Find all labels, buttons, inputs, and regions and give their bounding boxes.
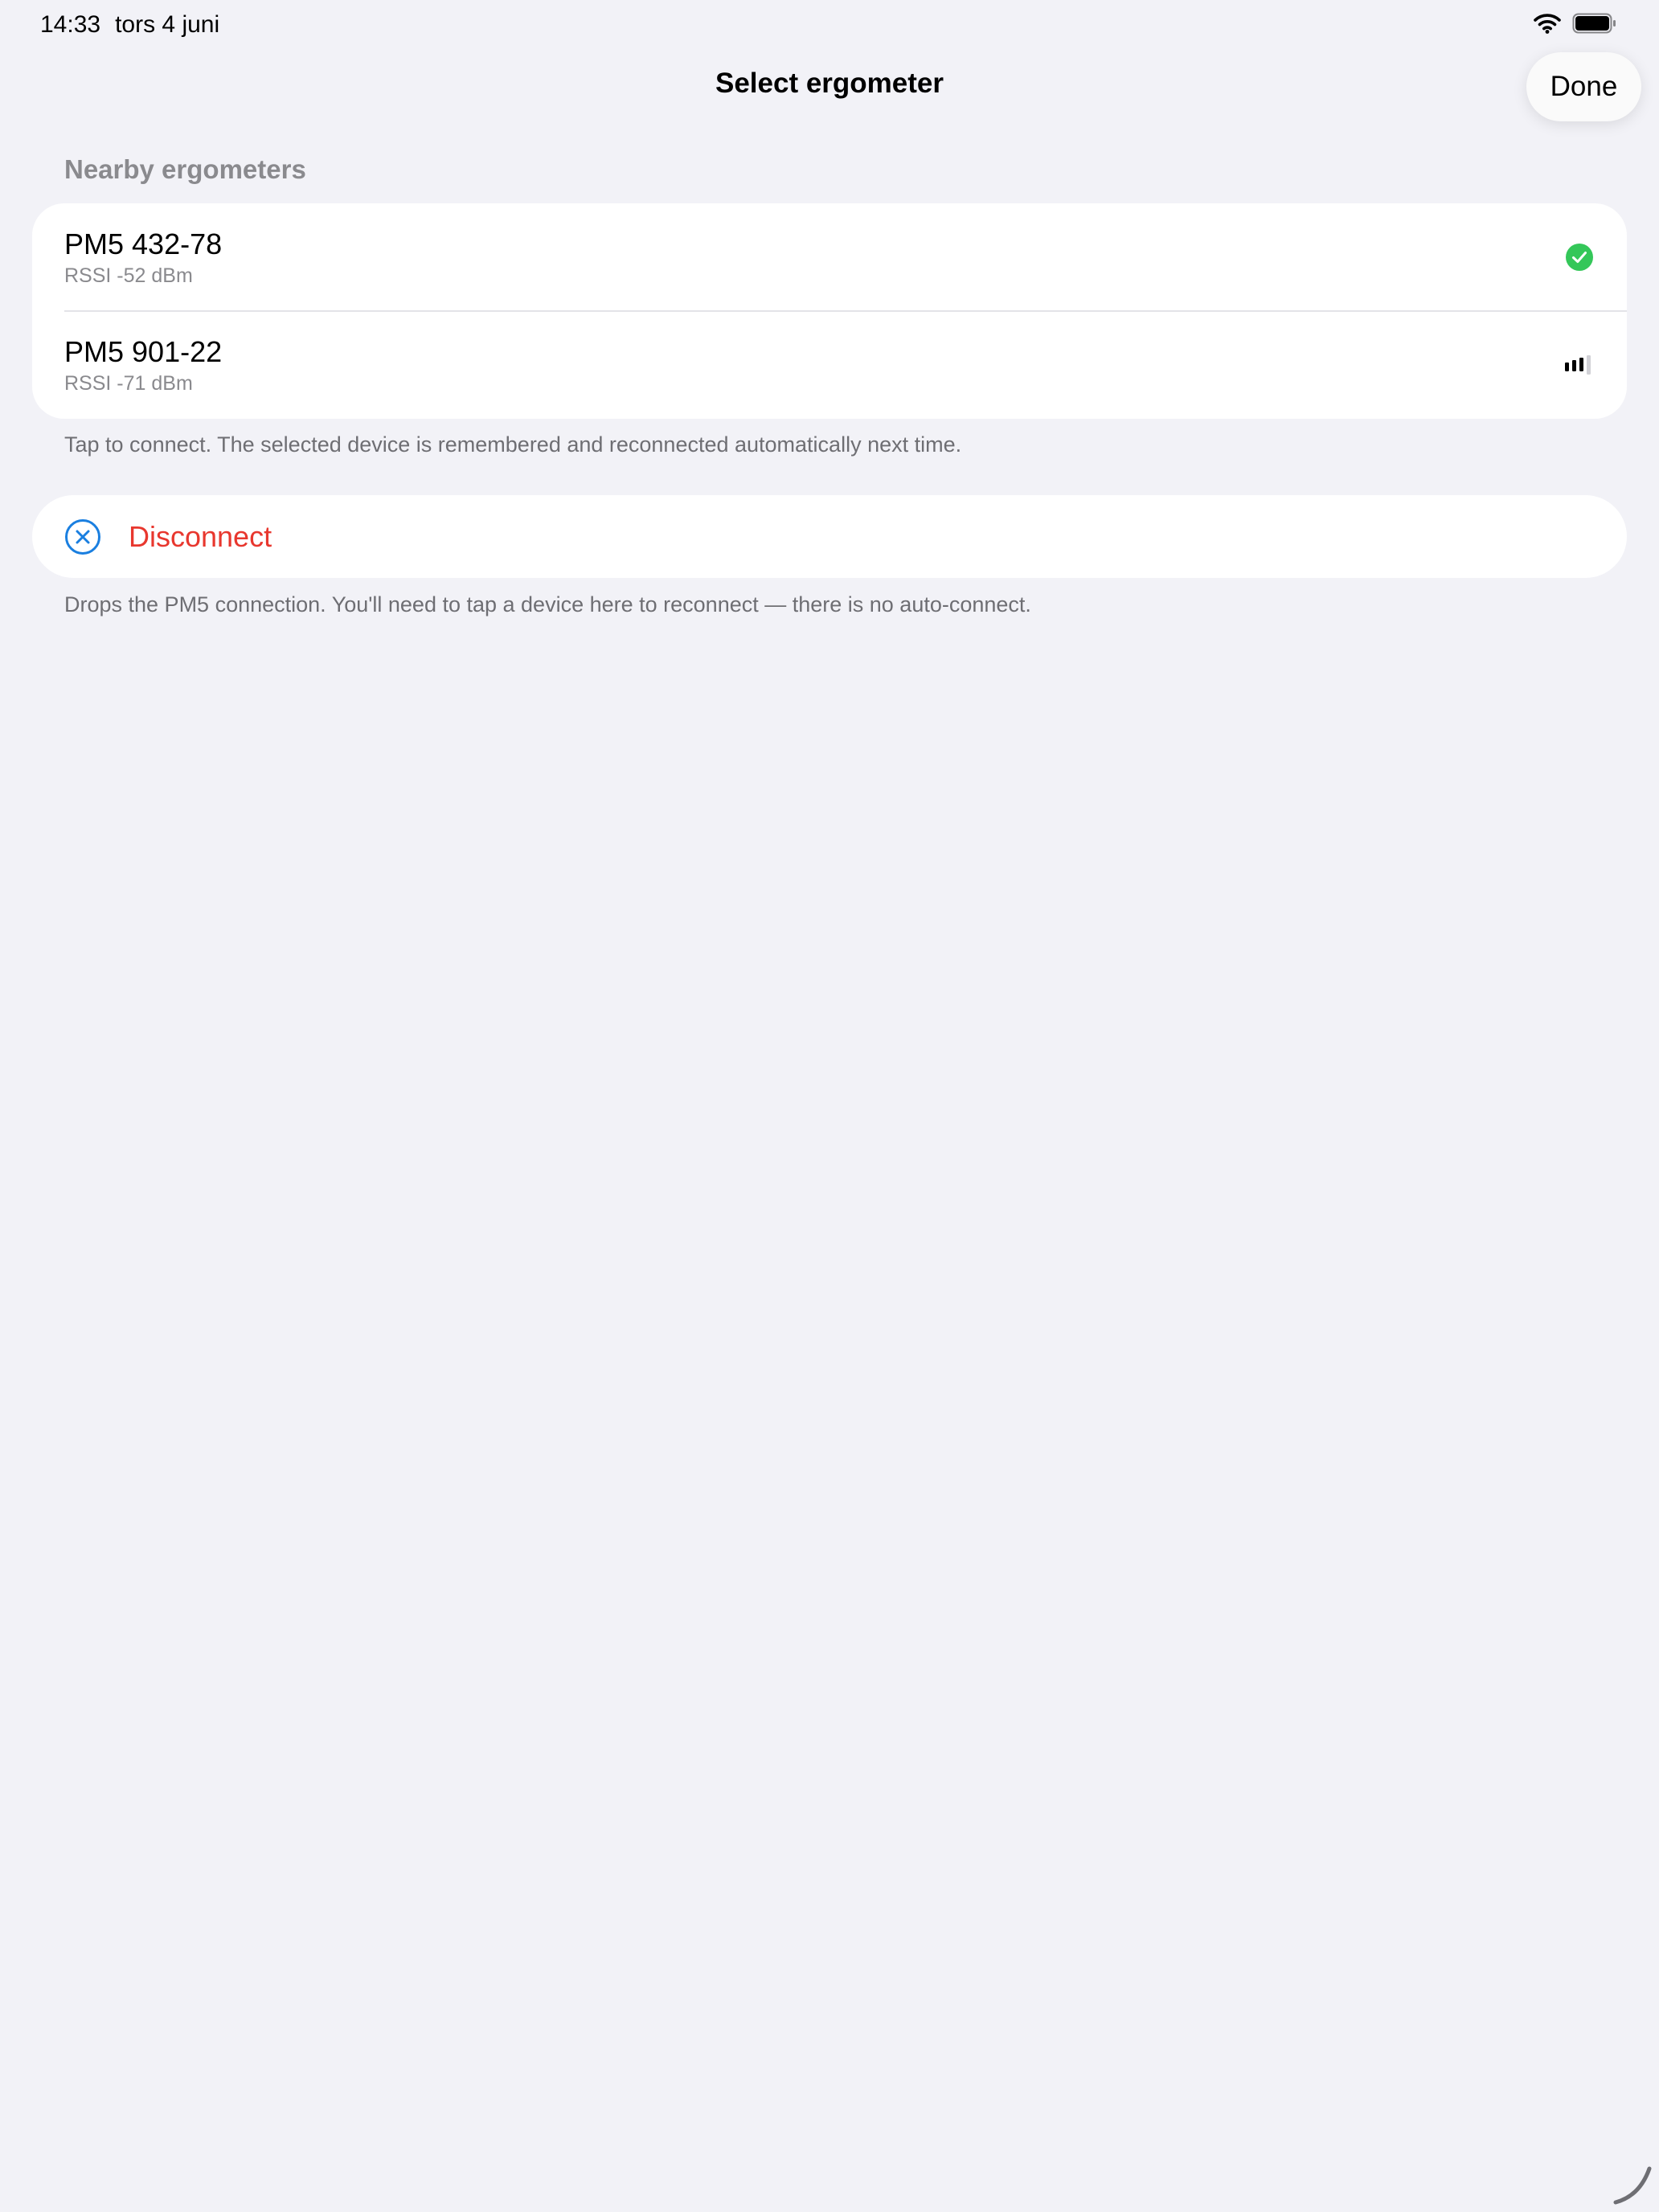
status-icons: [1534, 13, 1617, 34]
signal-bar: [1587, 355, 1591, 375]
xmark-circle-icon: [65, 519, 100, 555]
signal-strength-icon: [1565, 355, 1591, 375]
select-ergometer-screen: 14:33 tors 4 juni Select ergometer Done N…: [0, 0, 1659, 2212]
signal-bar: [1579, 358, 1583, 371]
wifi-icon: [1534, 14, 1561, 34]
status-clock: 14:33: [40, 11, 101, 38]
device-row-pm5-432-78[interactable]: PM5 432-78 RSSI -52 dBm: [32, 203, 1627, 312]
page-title: Select ergometer: [715, 68, 944, 99]
connect-note: Tap to connect. The selected device is r…: [64, 432, 962, 457]
device-name: PM5 432-78: [64, 227, 223, 260]
done-button[interactable]: Done: [1526, 52, 1641, 121]
disconnect-label: Disconnect: [129, 520, 272, 553]
status-date: tors 4 juni: [115, 11, 220, 38]
status-time: 14:33 tors 4 juni: [40, 11, 234, 39]
disconnect-note: Drops the PM5 connection. You'll need to…: [64, 592, 1031, 616]
device-list: PM5 432-78 RSSI -52 dBm PM5 901-22 RSSI …: [32, 203, 1627, 419]
resize-handle-icon[interactable]: [1612, 2165, 1653, 2206]
device-name: PM5 901-22: [64, 335, 223, 368]
device-rssi: RSSI -71 dBm: [64, 372, 193, 395]
device-row-pm5-901-22[interactable]: PM5 901-22 RSSI -71 dBm: [32, 311, 1627, 419]
battery-icon: [1572, 13, 1616, 34]
section-header: Nearby ergometers: [64, 154, 306, 184]
checkmark-circle-icon: [1566, 244, 1593, 271]
disconnect-button[interactable]: Disconnect: [32, 495, 1627, 578]
signal-bar: [1565, 363, 1569, 371]
signal-bar: [1572, 360, 1576, 371]
device-rssi: RSSI -52 dBm: [64, 264, 193, 287]
